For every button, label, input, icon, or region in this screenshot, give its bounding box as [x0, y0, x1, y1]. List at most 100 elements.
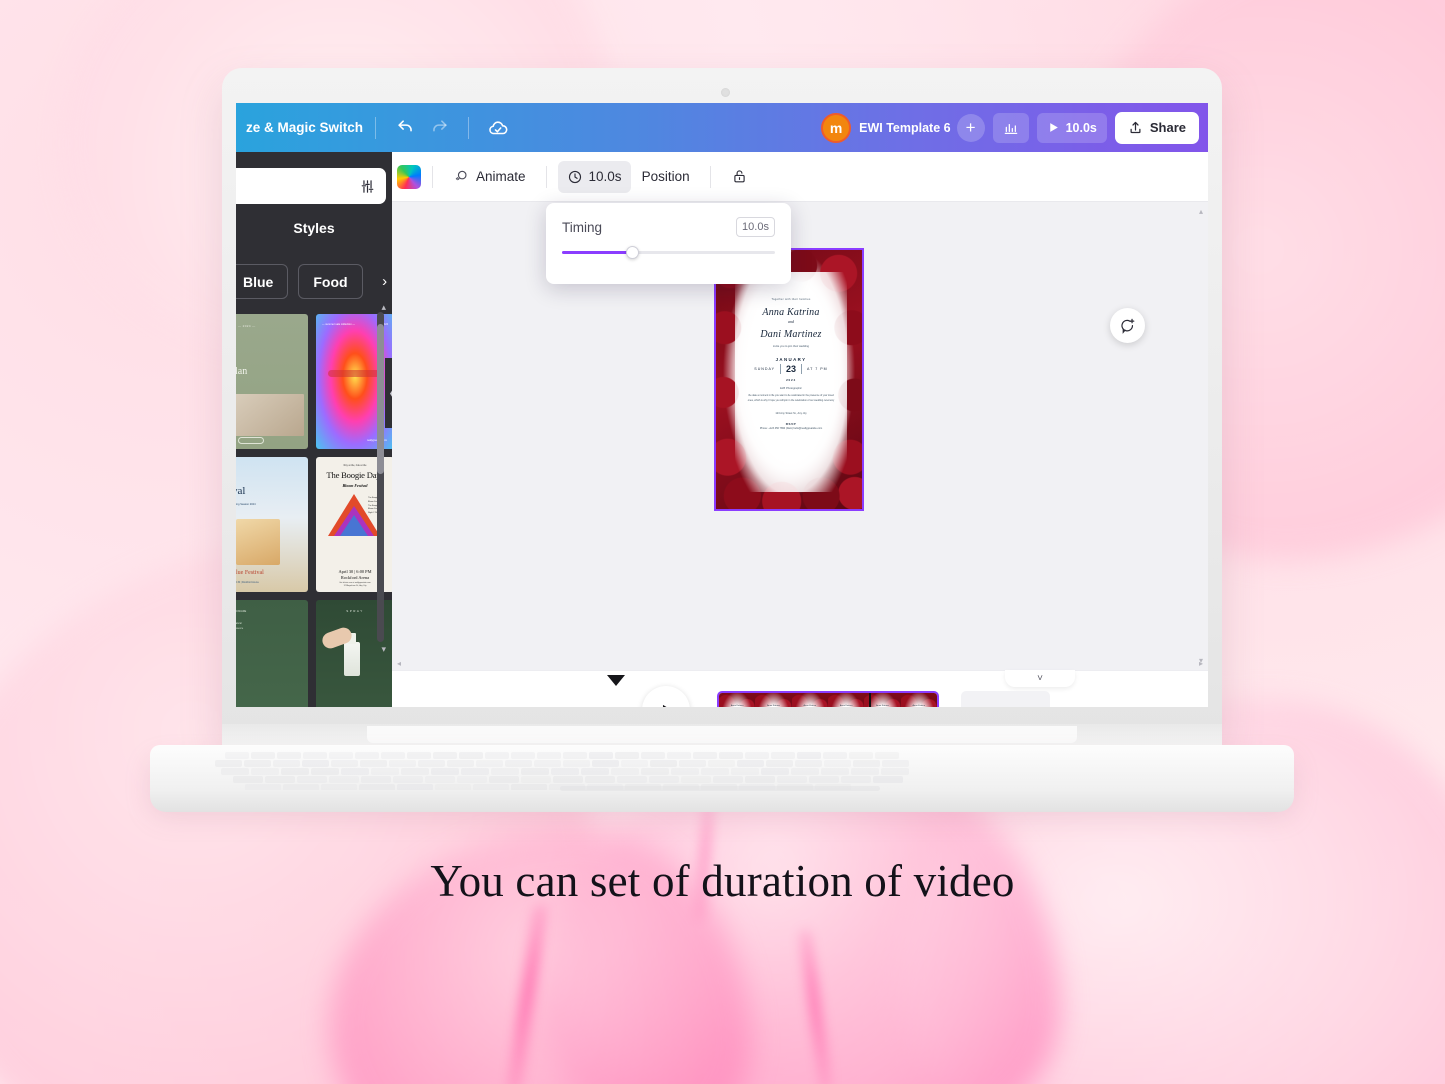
template-thumbnail[interactable]: SKINCARE NaturalEssence reallygreatsite.… — [236, 600, 308, 707]
keyboard-key — [511, 752, 535, 759]
keyboard-key — [882, 760, 909, 767]
add-collaborator-button[interactable]: + — [957, 114, 985, 142]
keyboard-key — [389, 760, 416, 767]
redo-button[interactable] — [422, 111, 456, 145]
invitation-date-row: SUNDAY 23 AT 7 PM — [735, 364, 847, 374]
position-button[interactable]: Position — [633, 161, 699, 193]
animate-label: Animate — [476, 169, 526, 184]
play-preview-button[interactable]: 10.0s — [1037, 113, 1107, 143]
canvas-horizontal-scroll[interactable]: ◂ ▸ — [397, 660, 1203, 666]
template-thumbnail[interactable]: val Spring Season 2024 Blue Festival Apr… — [236, 457, 308, 592]
keyboard-key — [791, 768, 819, 775]
timing-value-input[interactable]: 10.0s — [736, 217, 775, 237]
chevron-right-icon[interactable]: › — [373, 264, 392, 299]
playhead-marker[interactable] — [607, 675, 625, 686]
timeline-clip[interactable]: Anna KatrinaDani Martinez JANUARY 23 RSV… — [717, 691, 939, 707]
keyboard-key — [581, 768, 609, 775]
timeline-play-button[interactable] — [642, 686, 690, 707]
keyboard-key — [621, 760, 648, 767]
style-filter-chips: Blue Food › — [236, 264, 392, 299]
duration-button[interactable]: 10.0s — [558, 161, 631, 193]
keyboard-key — [297, 776, 327, 783]
keyboard-key — [244, 760, 271, 767]
scroll-up-icon[interactable]: ▴ — [1199, 207, 1203, 216]
keyboard-key — [641, 752, 665, 759]
invitation-address: 123 Any Street St., Any city — [735, 412, 847, 415]
add-comment-button[interactable] — [1110, 308, 1145, 343]
timeline-collapse-button[interactable]: ˅ — [1005, 670, 1075, 687]
animate-button[interactable]: Animate — [444, 161, 535, 193]
frame-thumb-text: Anna KatrinaDani Martinez JANUARY 23 RSV… — [907, 704, 931, 707]
topbar-right-group: EWI Template 6 + m 10.0s Share — [821, 112, 1208, 144]
sidebar-scrollbar[interactable] — [377, 312, 384, 642]
keyboard-key — [457, 776, 487, 783]
play-icon — [658, 702, 675, 708]
caption-text: You can set of duration of video — [0, 855, 1445, 907]
keyboard-key — [485, 752, 509, 759]
selected-design-element[interactable]: Together with their families Anna Katrin… — [714, 248, 864, 511]
lock-button[interactable] — [722, 161, 757, 193]
keyboard-key — [809, 776, 839, 783]
color-swatch-button[interactable] — [397, 165, 421, 189]
invitation-day: 23 — [780, 364, 802, 374]
keyboard-key — [381, 752, 405, 759]
chevron-down-icon: ˅ — [1037, 673, 1043, 684]
keyboard-key — [431, 768, 459, 775]
invitation-paragraph: the date a moment in life you want to be… — [735, 394, 847, 402]
invitation-rsvp: RSVP — [735, 422, 847, 426]
keyboard-key — [851, 768, 879, 775]
keyboard-key — [771, 752, 795, 759]
design-canvas[interactable]: Together with their families Anna Katrin… — [392, 202, 1208, 670]
keyboard-key — [681, 776, 711, 783]
frame-thumb-text: Anna KatrinaDani Martinez JANUARY 23 RSV… — [725, 704, 749, 707]
timing-popover: Timing 10.0s — [546, 203, 791, 284]
canvas-vertical-scroll[interactable]: ▴ ▾ — [1198, 207, 1204, 665]
document-name[interactable]: EWI Template 6 — [859, 121, 950, 135]
keyboard-key — [302, 760, 329, 767]
timing-slider-knob[interactable] — [626, 246, 639, 259]
keyboard-key — [418, 760, 445, 767]
keyboard-key — [551, 768, 579, 775]
sliders-icon — [359, 178, 376, 195]
timing-slider[interactable] — [562, 251, 775, 254]
keyboard-key — [433, 752, 457, 759]
scroll-right-icon[interactable]: ▸ — [1199, 659, 1203, 668]
clock-icon — [567, 169, 583, 185]
keyboard-key — [371, 768, 399, 775]
scrollbar-thumb[interactable] — [377, 324, 384, 474]
avatar[interactable]: m — [821, 113, 851, 143]
keyboard-key — [849, 752, 873, 759]
timing-row: Timing 10.0s — [562, 217, 775, 237]
divider — [468, 117, 469, 139]
keyboard-key — [521, 776, 551, 783]
cloud-save-button[interactable] — [481, 111, 515, 145]
clip-frame: Anna KatrinaDani Martinez JANUARY 23 RSV… — [792, 693, 828, 707]
scroll-down-icon[interactable]: ▾ — [381, 644, 386, 655]
clip-frame: Anna KatrinaDani Martinez JANUARY 23 RSV… — [755, 693, 791, 707]
insights-button[interactable] — [993, 113, 1029, 143]
scroll-up-icon[interactable]: ▴ — [381, 302, 386, 313]
keyboard-key — [251, 768, 279, 775]
style-chip-food[interactable]: Food — [298, 264, 362, 299]
keyboard-key — [505, 760, 532, 767]
template-thumbnail[interactable]: — 2024 — lan — [236, 314, 308, 449]
keyboard-key — [233, 776, 263, 783]
keyboard-key — [491, 768, 519, 775]
undo-button[interactable] — [388, 111, 422, 145]
keyboard-key — [393, 776, 423, 783]
keyboard-key — [841, 776, 871, 783]
add-page-button[interactable]: + — [961, 691, 1050, 707]
keyboard-key — [821, 768, 849, 775]
keyboard-key — [708, 760, 735, 767]
invitation-groom-name: Dani Martinez — [735, 329, 847, 340]
invitation-bride-name: Anna Katrina — [735, 307, 847, 318]
scroll-left-icon[interactable]: ◂ — [397, 659, 401, 668]
keyboard-key — [459, 752, 483, 759]
share-button[interactable]: Share — [1115, 112, 1199, 144]
search-input[interactable] — [236, 168, 386, 204]
redo-icon — [430, 118, 449, 137]
keyboard-key — [534, 760, 561, 767]
laptop-mockup: ze & Magic Switch EWI Template 6 + m 10.… — [0, 0, 1445, 820]
clip-frame: Anna KatrinaDani Martinez JANUARY 23 RSV… — [901, 693, 937, 707]
style-chip-blue[interactable]: Blue — [236, 264, 288, 299]
